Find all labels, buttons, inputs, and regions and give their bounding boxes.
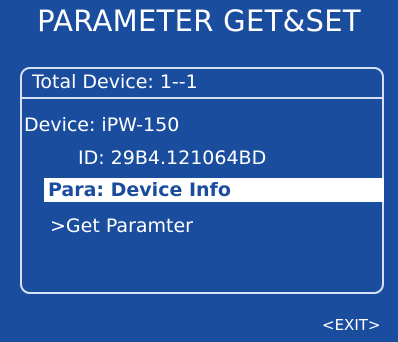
device-id-label: ID: 29B4.121064BD — [78, 147, 267, 169]
total-device-row: Total Device: 1--1 — [22, 69, 382, 99]
exit-button[interactable]: <EXIT> — [322, 316, 380, 334]
lcd-screen: PARAMETER GET&SET Total Device: 1--1 Dev… — [0, 0, 398, 342]
device-name-label: Device: iPW-150 — [24, 114, 180, 136]
get-parameter-item[interactable]: >Get Paramter — [50, 215, 193, 237]
total-device-label: Total Device: 1--1 — [32, 71, 198, 93]
page-title: PARAMETER GET&SET — [37, 4, 361, 38]
para-device-info-item[interactable]: Para: Device Info — [44, 178, 384, 202]
